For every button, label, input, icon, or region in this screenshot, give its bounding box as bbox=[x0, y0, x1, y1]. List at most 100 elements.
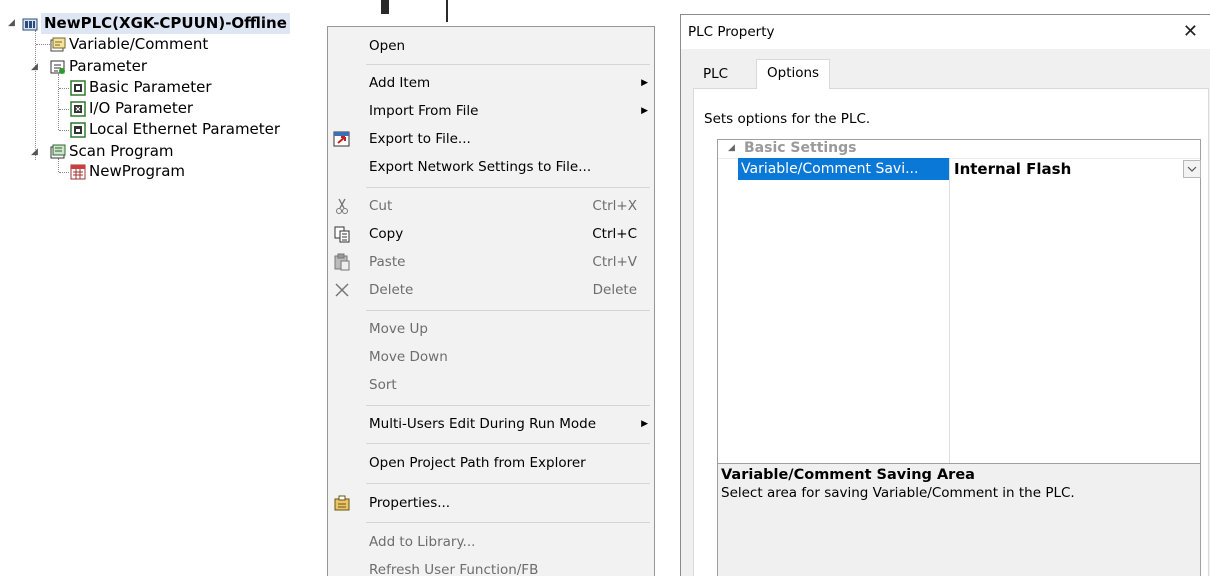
menu-item-paste[interactable]: Paste Ctrl+V bbox=[328, 248, 654, 276]
menu-item-export-to-file[interactable]: Export to File... bbox=[328, 125, 654, 153]
plc-property-dialog: PLC Property ✕ PLC Options Sets options … bbox=[680, 14, 1210, 576]
property-category-basic-settings[interactable]: ◢ Basic Settings bbox=[718, 140, 1200, 158]
menu-separator bbox=[366, 483, 650, 484]
menu-item-properties[interactable]: Properties... bbox=[328, 489, 654, 517]
menu-item-label: Open bbox=[369, 38, 406, 54]
menu-item-label: Add to Library... bbox=[369, 534, 476, 550]
property-name-cell[interactable]: Variable/Comment Savi... bbox=[738, 158, 949, 180]
category-label: Basic Settings bbox=[744, 140, 857, 156]
menu-item-export-network-settings[interactable]: Export Network Settings to File... bbox=[328, 153, 654, 181]
options-description: Sets options for the PLC. bbox=[704, 111, 871, 127]
tab-label: PLC bbox=[703, 66, 729, 82]
menu-item-move-up[interactable]: Move Up bbox=[328, 315, 654, 343]
basic-parameter-icon bbox=[70, 79, 86, 96]
tree-item-variable-comment[interactable]: Variable/Comment bbox=[50, 34, 208, 55]
tree-connector bbox=[59, 88, 69, 89]
submenu-arrow-icon: ▶ bbox=[641, 78, 648, 88]
help-text: Select area for saving Variable/Comment … bbox=[721, 485, 1075, 501]
tree-item-local-ethernet-parameter[interactable]: Local Ethernet Parameter bbox=[70, 119, 280, 140]
dropdown-button[interactable] bbox=[1183, 160, 1201, 178]
tree-item-label: NewProgram bbox=[89, 162, 186, 180]
menu-separator bbox=[366, 187, 650, 188]
menu-item-label: Sort bbox=[369, 377, 397, 393]
menu-item-refresh-user-function[interactable]: Refresh User Function/FB bbox=[328, 556, 654, 576]
menu-separator bbox=[366, 522, 650, 523]
tree-item-io-parameter[interactable]: I/O Parameter bbox=[70, 98, 193, 119]
menu-item-add-to-library[interactable]: Add to Library... bbox=[328, 528, 654, 556]
menu-item-label: Properties... bbox=[369, 495, 451, 511]
collapse-toggle-icon[interactable]: ◢ bbox=[8, 18, 15, 28]
tree-item-label: Basic Parameter bbox=[89, 78, 212, 96]
tree-item-basic-parameter[interactable]: Basic Parameter bbox=[70, 77, 212, 98]
tree-connector bbox=[59, 109, 69, 110]
property-help-panel: Variable/Comment Saving Area Select area… bbox=[718, 463, 1200, 576]
chevron-down-icon bbox=[1187, 166, 1197, 172]
submenu-arrow-icon: ▶ bbox=[641, 106, 648, 116]
tree-connector bbox=[58, 74, 59, 130]
property-row-variable-comment-saving-area[interactable]: Variable/Comment Savi... Internal Flash bbox=[718, 158, 1201, 180]
menu-item-label: Add Item bbox=[369, 75, 431, 91]
tab-options[interactable]: Options bbox=[756, 59, 831, 89]
menu-item-label: Import From File bbox=[369, 103, 479, 119]
collapse-triangle-icon[interactable]: ◢ bbox=[728, 143, 735, 153]
tree-connector bbox=[35, 30, 36, 160]
tab-plc[interactable]: PLC bbox=[693, 61, 738, 88]
tree-item-label: Scan Program bbox=[69, 142, 174, 160]
collapse-toggle-icon[interactable]: ◢ bbox=[31, 62, 38, 72]
tree-connector bbox=[59, 130, 69, 131]
tree-item-label: Local Ethernet Parameter bbox=[89, 120, 281, 138]
tab-label: Options bbox=[767, 65, 820, 81]
delete-x-icon bbox=[335, 283, 349, 297]
menu-item-label: Multi-Users Edit During Run Mode bbox=[369, 416, 597, 432]
parameter-folder-icon bbox=[50, 60, 65, 74]
menu-item-label: Open Project Path from Explorer bbox=[369, 455, 586, 471]
submenu-arrow-icon: ▶ bbox=[641, 419, 648, 429]
close-icon[interactable]: ✕ bbox=[1183, 21, 1198, 42]
menu-item-label: Refresh User Function/FB bbox=[369, 562, 539, 576]
variable-comment-icon bbox=[50, 37, 66, 51]
menu-item-sort[interactable]: Sort bbox=[328, 371, 654, 399]
menu-item-label: Export to File... bbox=[369, 131, 471, 147]
tree-item-label: I/O Parameter bbox=[89, 99, 194, 117]
editor-scroll-thumb bbox=[381, 0, 389, 14]
menu-item-shortcut: Ctrl+V bbox=[592, 254, 637, 270]
property-value-cell[interactable]: Internal Flash bbox=[954, 158, 1071, 180]
tree-item-newprogram[interactable]: NewProgram bbox=[70, 161, 185, 182]
tree-item-root-plc[interactable]: NewPLC(XGK-CPUUN)-Offline bbox=[22, 13, 290, 34]
collapse-toggle-icon[interactable]: ◢ bbox=[31, 147, 38, 157]
menu-item-label: Move Down bbox=[369, 349, 448, 365]
menu-item-label: Move Up bbox=[369, 321, 428, 337]
help-title: Variable/Comment Saving Area bbox=[721, 467, 975, 483]
export-icon bbox=[333, 131, 350, 147]
property-grid: ◢ Basic Settings Variable/Comment Savi..… bbox=[717, 139, 1201, 576]
menu-item-move-down[interactable]: Move Down bbox=[328, 343, 654, 371]
tree-item-label: Variable/Comment bbox=[69, 35, 209, 53]
dialog-title-bar: PLC Property ✕ bbox=[681, 15, 1210, 49]
ethernet-parameter-icon bbox=[70, 121, 86, 138]
menu-item-cut[interactable]: Cut Ctrl+X bbox=[328, 192, 654, 220]
tree-item-scan-program[interactable]: Scan Program bbox=[50, 141, 174, 162]
menu-item-add-item[interactable]: Add Item ▶ bbox=[328, 69, 654, 97]
project-tree: ◢ NewPLC(XGK-CPUUN)-Offline Variable/Com… bbox=[0, 0, 330, 200]
dialog-title: PLC Property bbox=[688, 24, 775, 40]
copy-icon bbox=[334, 226, 350, 243]
menu-separator bbox=[366, 443, 650, 444]
menu-item-label: Export Network Settings to File... bbox=[369, 159, 592, 175]
menu-separator bbox=[366, 310, 650, 311]
menu-item-open[interactable]: Open bbox=[328, 32, 654, 60]
tree-item-parameter[interactable]: Parameter bbox=[50, 56, 147, 77]
menu-item-label: Copy bbox=[369, 226, 404, 242]
menu-item-copy[interactable]: Copy Ctrl+C bbox=[328, 220, 654, 248]
menu-item-shortcut: Ctrl+C bbox=[592, 226, 637, 242]
scan-program-icon bbox=[50, 144, 66, 158]
tree-connector bbox=[36, 44, 50, 45]
menu-item-delete[interactable]: Delete Delete bbox=[328, 276, 654, 304]
menu-separator bbox=[366, 64, 650, 65]
menu-item-multi-users-edit[interactable]: Multi-Users Edit During Run Mode ▶ bbox=[328, 410, 654, 438]
menu-separator bbox=[366, 405, 650, 406]
tree-item-label: Parameter bbox=[69, 57, 148, 75]
menu-item-open-project-path[interactable]: Open Project Path from Explorer bbox=[328, 449, 654, 477]
program-icon bbox=[70, 164, 86, 179]
menu-item-import-from-file[interactable]: Import From File ▶ bbox=[328, 97, 654, 125]
paste-icon bbox=[334, 253, 350, 271]
